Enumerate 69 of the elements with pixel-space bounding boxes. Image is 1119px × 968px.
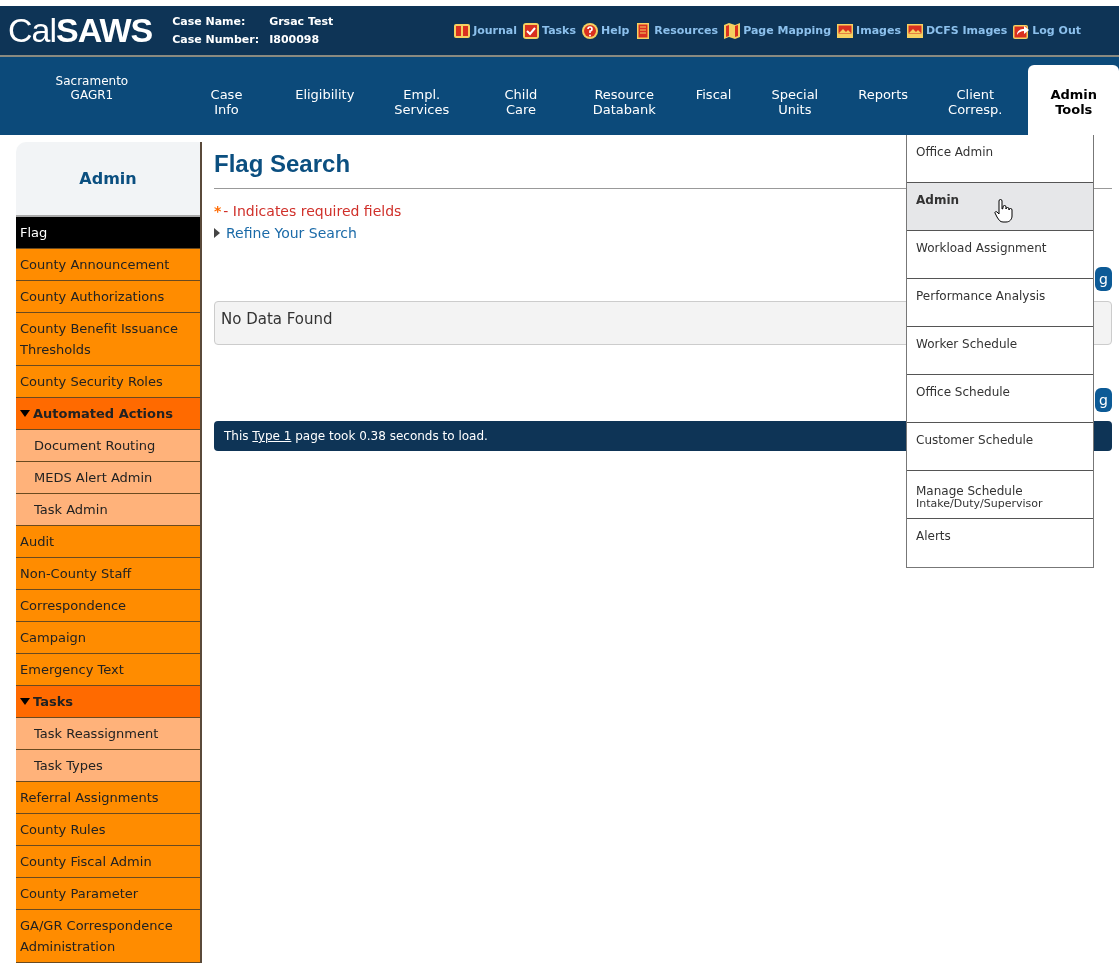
search-button[interactable]: g xyxy=(1095,267,1112,291)
menu-item[interactable]: Worker Schedule xyxy=(907,327,1093,375)
header-link[interactable]: Tasks xyxy=(542,24,576,37)
sidebar-item[interactable]: Audit xyxy=(16,526,200,558)
refine-search-toggle[interactable]: Refine Your Search xyxy=(214,225,357,241)
header-link[interactable]: Log Out xyxy=(1032,24,1081,37)
nav-tab[interactable]: Reports xyxy=(844,57,923,127)
header-link[interactable]: Journal xyxy=(473,24,518,37)
sidebar-item[interactable]: County Benefit Issuance Thresholds xyxy=(16,313,200,366)
sidebar-item[interactable]: County Authorizations xyxy=(16,281,200,313)
menu-item[interactable]: Performance Analysis xyxy=(907,279,1093,327)
menu-item[interactable]: Alerts xyxy=(907,519,1093,567)
sidebar-item[interactable]: Referral Assignments xyxy=(16,782,200,814)
header-link[interactable]: Images xyxy=(856,24,901,37)
sidebar-group[interactable]: Automated Actions xyxy=(16,398,200,430)
case-number-label: Case Number: xyxy=(172,31,260,48)
header-link[interactable]: Page Mapping xyxy=(743,24,832,37)
menu-item[interactable]: Admin xyxy=(907,183,1093,231)
header-link[interactable]: DCFS Images xyxy=(925,24,1008,37)
sidebar-item[interactable]: County Announcement xyxy=(16,249,200,281)
hand-cursor-icon xyxy=(993,199,1013,223)
help-icon[interactable] xyxy=(581,21,599,40)
sidebar-title: Admin xyxy=(16,142,200,217)
nav-tab[interactable]: Fiscal xyxy=(681,57,746,127)
header-link[interactable]: Resources xyxy=(654,24,719,37)
nav-tab[interactable]: Admin Tools xyxy=(1028,65,1119,135)
sidebar-item[interactable]: County Security Roles xyxy=(16,366,200,398)
sidebar-item[interactable]: Campaign xyxy=(16,622,200,654)
picture-icon[interactable] xyxy=(905,21,924,40)
sidebar-group[interactable]: Tasks xyxy=(16,686,200,718)
sidebar-item[interactable]: GA/GR Correspondence Administration xyxy=(16,910,200,963)
checkbox-icon[interactable] xyxy=(522,21,541,40)
nav-tab[interactable]: Case Info xyxy=(183,57,270,127)
nav-tab[interactable]: Special Units xyxy=(757,57,833,127)
required-mark: * xyxy=(214,203,222,219)
office-label: Sacramento GAGR1 xyxy=(54,74,130,102)
nav-tab[interactable]: Child Care xyxy=(475,57,567,127)
nav-tab[interactable]: Resource Databank xyxy=(578,57,670,127)
logo: CalSAWS xyxy=(7,11,154,50)
case-number: I800098 xyxy=(269,31,321,48)
map-icon[interactable] xyxy=(723,21,742,40)
menu-item[interactable]: Office Schedule xyxy=(907,375,1093,423)
case-name: Grsac Test xyxy=(269,13,334,30)
sidebar-item[interactable]: Task Reassignment xyxy=(16,718,200,750)
sidebar-item[interactable]: County Parameter xyxy=(16,878,200,910)
menu-item[interactable]: Customer Schedule xyxy=(907,423,1093,471)
sidebar-item[interactable]: County Rules xyxy=(16,814,200,846)
sidebar-item[interactable]: Flag xyxy=(16,217,200,249)
nav-tab[interactable]: Client Corresp. xyxy=(934,57,1017,127)
nav-tab[interactable]: Eligibility xyxy=(281,57,369,127)
sidebar-item[interactable]: Correspondence xyxy=(16,590,200,622)
sidebar-item[interactable]: Document Routing xyxy=(16,430,200,462)
sidebar-item[interactable]: Emergency Text xyxy=(16,654,200,686)
book-icon[interactable] xyxy=(453,21,472,40)
case-name-label: Case Name: xyxy=(172,13,247,30)
menu-item[interactable]: Manage Schedule Intake/Duty/Supervisor xyxy=(907,471,1093,519)
sidebar-item[interactable]: County Fiscal Admin xyxy=(16,846,200,878)
nav-tab[interactable]: Empl. Services xyxy=(380,57,464,127)
header-link[interactable]: Help xyxy=(601,24,630,37)
load-time-text: This Type 1 page took 0.38 seconds to load. xyxy=(224,429,488,443)
menu-item[interactable]: Workload Assignment xyxy=(907,231,1093,279)
sidebar-item[interactable]: Task Admin xyxy=(16,494,200,526)
required-note: - Indicates required fields xyxy=(223,203,402,219)
type-link[interactable]: Type 1 xyxy=(252,429,292,443)
sidebar-item[interactable]: Non-County Staff xyxy=(16,558,200,590)
sidebar-item[interactable]: MEDS Alert Admin xyxy=(16,462,200,494)
search-button[interactable]: g xyxy=(1095,388,1112,412)
picture-icon[interactable] xyxy=(836,21,855,40)
sidebar-item[interactable]: Task Types xyxy=(16,750,200,782)
